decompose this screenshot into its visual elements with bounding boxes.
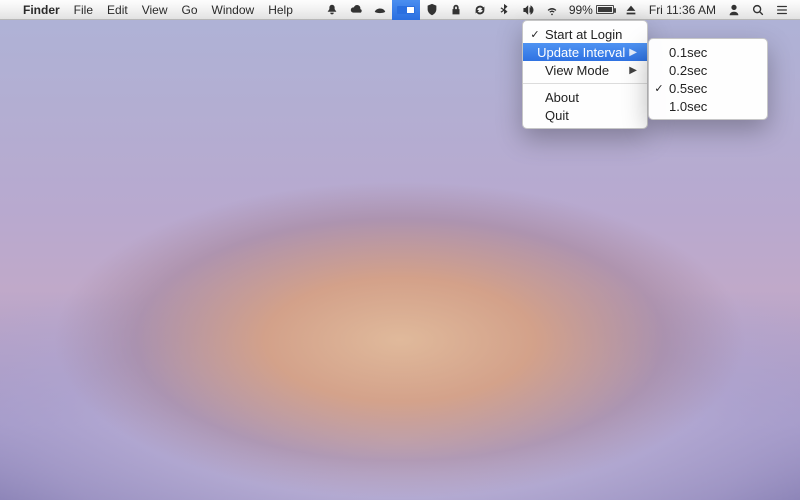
menu-item-quit[interactable]: Quit (523, 106, 647, 124)
eject-icon[interactable] (619, 0, 643, 20)
interval-option-0-5[interactable]: ✓ 0.5sec (649, 79, 767, 97)
spotlight-icon[interactable] (746, 0, 770, 20)
menu-item-label: Quit (545, 108, 637, 123)
menu-separator (523, 83, 647, 84)
wifi-icon[interactable] (540, 0, 564, 20)
menu-item-start-at-login[interactable]: ✓ Start at Login (523, 25, 647, 43)
battery-percent-label: 99% (569, 0, 593, 20)
menu-edit[interactable]: Edit (100, 0, 135, 20)
interval-option-0-1[interactable]: 0.1sec (649, 43, 767, 61)
menu-item-update-interval[interactable]: Update Interval ▶ (523, 43, 647, 61)
menu-help[interactable]: Help (261, 0, 300, 20)
menubar-right: 99% Fri 11:36 AM (320, 0, 794, 19)
battery-status[interactable]: 99% (564, 0, 619, 20)
menu-go[interactable]: Go (175, 0, 205, 20)
notification-bell-icon[interactable] (320, 0, 344, 20)
menu-item-label: 0.1sec (669, 45, 757, 60)
menu-window[interactable]: Window (205, 0, 262, 20)
menubar-clock[interactable]: Fri 11:36 AM (643, 0, 722, 20)
menubar-left: Finder File Edit View Go Window Help (8, 0, 300, 19)
menu-item-view-mode[interactable]: View Mode ▶ (523, 61, 647, 79)
checkmark-icon: ✓ (529, 28, 541, 41)
app-name[interactable]: Finder (16, 0, 67, 20)
checkmark-icon: ✓ (653, 82, 665, 95)
menu-item-label: 0.5sec (669, 81, 757, 96)
menu-file[interactable]: File (67, 0, 100, 20)
submenu-arrow-icon: ▶ (629, 47, 637, 58)
user-icon[interactable] (722, 0, 746, 20)
menu-item-label: View Mode (545, 63, 625, 78)
battery-icon (596, 5, 614, 14)
sync-icon[interactable] (468, 0, 492, 20)
submenu-arrow-icon: ▶ (629, 65, 637, 76)
volume-icon[interactable] (516, 0, 540, 20)
menu-item-label: 0.2sec (669, 63, 757, 78)
menu-item-label: Start at Login (545, 27, 637, 42)
menubar: Finder File Edit View Go Window Help 99% (0, 0, 800, 20)
menu-item-label: About (545, 90, 637, 105)
menu-item-about[interactable]: About (523, 88, 647, 106)
hat-icon[interactable] (368, 0, 392, 20)
notification-center-icon[interactable] (770, 0, 794, 20)
menu-view[interactable]: View (135, 0, 175, 20)
menu-item-label: Update Interval (537, 45, 625, 60)
lock-icon[interactable] (444, 0, 468, 20)
desktop: Finder File Edit View Go Window Help 99% (0, 0, 800, 500)
interval-option-1-0[interactable]: 1.0sec (649, 97, 767, 115)
app-progress-icon[interactable] (392, 0, 420, 20)
menubar-app-dropdown: ✓ Start at Login Update Interval ▶ View … (522, 20, 648, 129)
update-interval-submenu: 0.1sec 0.2sec ✓ 0.5sec 1.0sec (648, 38, 768, 120)
bluetooth-icon[interactable] (492, 0, 516, 20)
interval-option-0-2[interactable]: 0.2sec (649, 61, 767, 79)
shield-icon[interactable] (420, 0, 444, 20)
cloud-icon[interactable] (344, 0, 368, 20)
menu-item-label: 1.0sec (669, 99, 757, 114)
